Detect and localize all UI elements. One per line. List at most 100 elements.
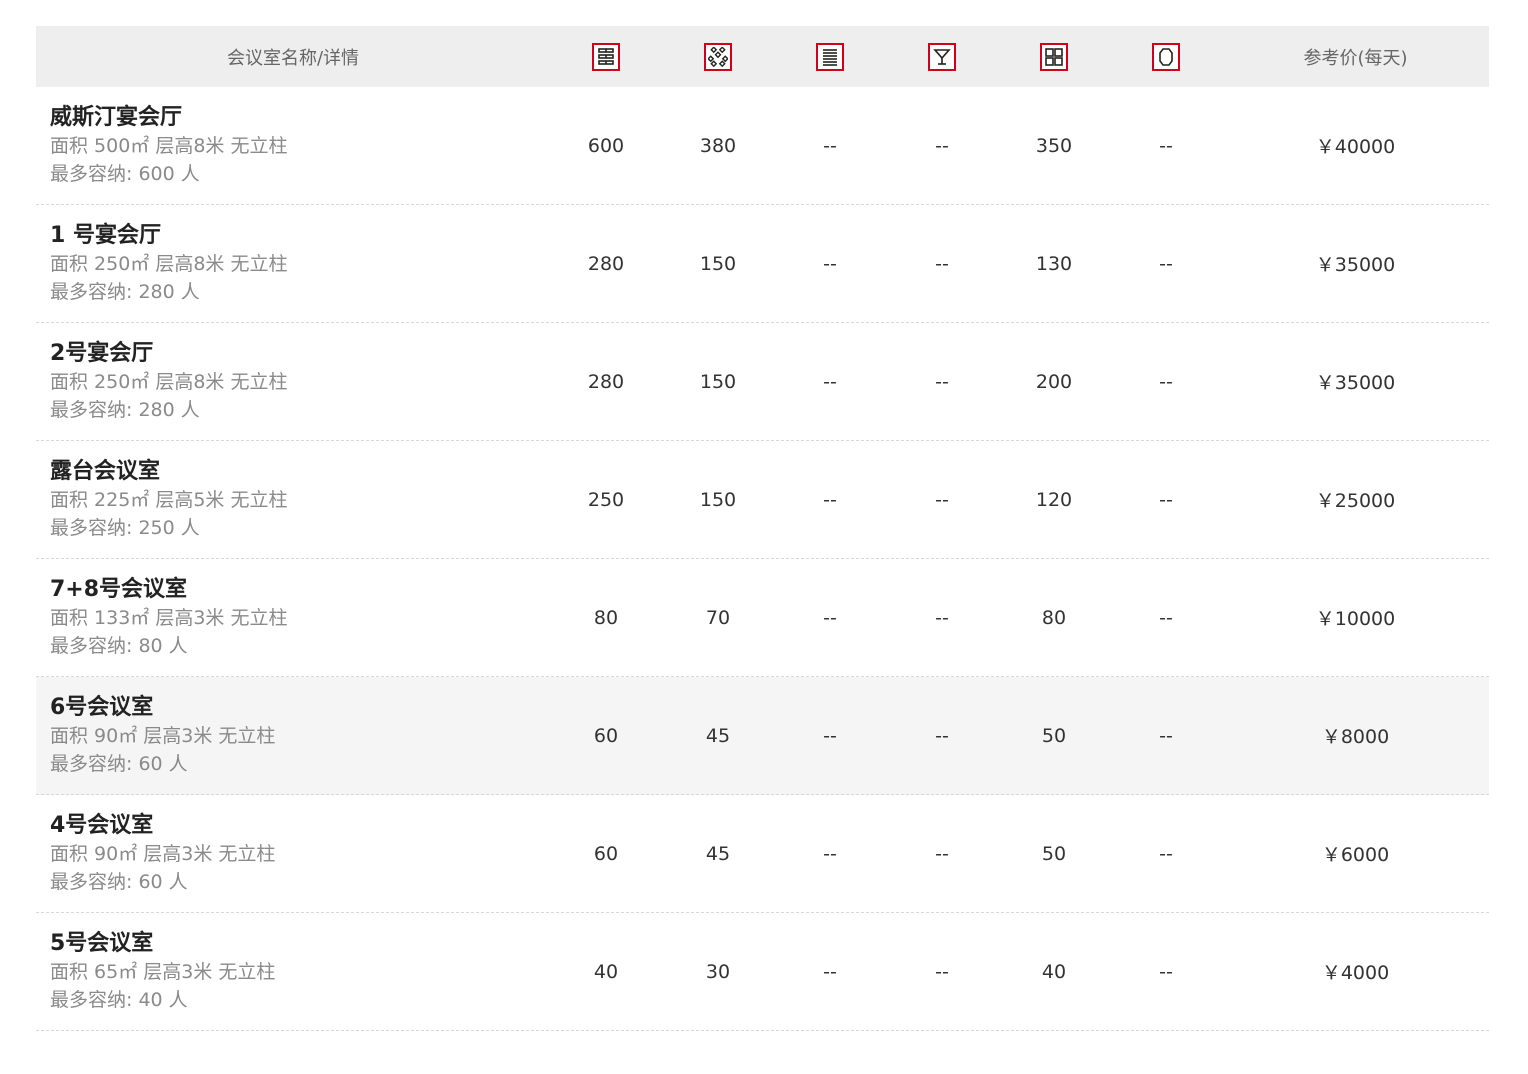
classroom-layout-icon (816, 42, 844, 71)
cocktail-capacity-cell: -- (935, 724, 949, 747)
hollow-square-capacity-cell: -- (1159, 724, 1173, 747)
banquet-capacity-cell: 45 (705, 724, 731, 747)
banquet-capacity-cell: 30 (705, 960, 731, 983)
room-info-cell: 1 号宴会厅 面积 250㎡ 层高8米 无立柱 最多容纳: 280 人 (36, 222, 550, 306)
room-info-cell: 威斯汀宴会厅 面积 500㎡ 层高8米 无立柱 最多容纳: 600 人 (36, 104, 550, 188)
table-row[interactable]: 5号会议室 面积 65㎡ 层高3米 无立柱 最多容纳: 40 人 40 30 -- -- 40… (36, 913, 1489, 1031)
table-row[interactable]: 露台会议室 面积 225㎡ 层高5米 无立柱 最多容纳: 250 人 250 150 --… (36, 441, 1489, 559)
classroom-capacity-cell: -- (823, 134, 837, 157)
ushape-capacity-cell: 200 (1035, 370, 1073, 393)
room-spec: 面积 250㎡ 层高8米 无立柱 (50, 252, 288, 275)
header-theater-col (550, 42, 662, 71)
theater-capacity-cell: 40 (593, 960, 619, 983)
hollow-square-capacity-cell: -- (1159, 488, 1173, 511)
cocktail-capacity-cell: -- (935, 842, 949, 865)
cocktail-layout-icon (928, 42, 956, 71)
room-info-cell: 7+8号会议室 面积 133㎡ 层高3米 无立柱 最多容纳: 80 人 (36, 576, 550, 660)
cocktail-capacity-cell: -- (935, 606, 949, 629)
room-name[interactable]: 6号会议室 (50, 694, 550, 722)
ushape-capacity-cell: 120 (1035, 488, 1073, 511)
table-row[interactable]: 2号宴会厅 面积 250㎡ 层高8米 无立柱 最多容纳: 280 人 280 150 --… (36, 323, 1489, 441)
ushape-capacity-cell: 130 (1035, 252, 1073, 275)
price-cell: ￥35000 (1315, 372, 1396, 394)
room-capacity: 最多容纳: 280 人 (50, 398, 200, 421)
cocktail-capacity-cell: -- (935, 960, 949, 983)
ushape-capacity-cell: 350 (1035, 134, 1073, 157)
room-capacity: 最多容纳: 80 人 (50, 634, 188, 657)
room-capacity: 最多容纳: 40 人 (50, 988, 188, 1011)
classroom-capacity-cell: -- (823, 488, 837, 511)
classroom-capacity-cell: -- (823, 960, 837, 983)
banquet-capacity-cell: 150 (699, 370, 737, 393)
banquet-capacity-cell: 150 (699, 252, 737, 275)
ushape-capacity-cell: 80 (1041, 606, 1067, 629)
price-cell: ￥4000 (1321, 962, 1390, 984)
table-body: 威斯汀宴会厅 面积 500㎡ 层高8米 无立柱 最多容纳: 600 人 600 380 -… (36, 87, 1489, 1031)
theater-capacity-cell: 600 (587, 134, 625, 157)
theater-capacity-cell: 280 (587, 370, 625, 393)
price-cell: ￥25000 (1315, 490, 1396, 512)
room-spec: 面积 90㎡ 层高3米 无立柱 (50, 842, 276, 865)
theater-capacity-cell: 80 (593, 606, 619, 629)
banquet-capacity-cell: 45 (705, 842, 731, 865)
room-name[interactable]: 4号会议室 (50, 812, 550, 840)
table-row[interactable]: 威斯汀宴会厅 面积 500㎡ 层高8米 无立柱 最多容纳: 600 人 600 380 -… (36, 87, 1489, 205)
room-info-cell: 露台会议室 面积 225㎡ 层高5米 无立柱 最多容纳: 250 人 (36, 458, 550, 542)
room-capacity: 最多容纳: 60 人 (50, 870, 188, 893)
ushape-capacity-cell: 50 (1041, 724, 1067, 747)
room-spec: 面积 225㎡ 层高5米 无立柱 (50, 488, 288, 511)
theater-capacity-cell: 280 (587, 252, 625, 275)
classroom-capacity-cell: -- (823, 370, 837, 393)
room-spec: 面积 65㎡ 层高3米 无立柱 (50, 960, 276, 983)
room-spec: 面积 133㎡ 层高3米 无立柱 (50, 606, 288, 629)
room-name[interactable]: 5号会议室 (50, 930, 550, 958)
table-row[interactable]: 6号会议室 面积 90㎡ 层高3米 无立柱 最多容纳: 60 人 60 45 -- -- 50… (36, 677, 1489, 795)
price-cell: ￥8000 (1321, 726, 1390, 748)
header-hollow-square-col (1110, 42, 1222, 71)
room-name[interactable]: 2号宴会厅 (50, 340, 550, 368)
banquet-capacity-cell: 380 (699, 134, 737, 157)
classroom-capacity-cell: -- (823, 606, 837, 629)
room-spec: 面积 90㎡ 层高3米 无立柱 (50, 724, 276, 747)
header-banquet-col (662, 42, 774, 71)
header-price-col: 参考价(每天) (1303, 47, 1408, 69)
hollow-square-capacity-cell: -- (1159, 606, 1173, 629)
banquet-capacity-cell: 150 (699, 488, 737, 511)
room-spec: 面积 500㎡ 层高8米 无立柱 (50, 134, 288, 157)
price-cell: ￥10000 (1315, 608, 1396, 630)
ushape-capacity-cell: 40 (1041, 960, 1067, 983)
classroom-capacity-cell: -- (823, 252, 837, 275)
cocktail-capacity-cell: -- (935, 370, 949, 393)
ushape-capacity-cell: 50 (1041, 842, 1067, 865)
room-name[interactable]: 1 号宴会厅 (50, 222, 550, 250)
hollow-square-capacity-cell: -- (1159, 960, 1173, 983)
header-ushape-col (998, 42, 1110, 71)
price-cell: ￥6000 (1321, 844, 1390, 866)
theater-layout-icon (592, 42, 620, 71)
room-info-cell: 4号会议室 面积 90㎡ 层高3米 无立柱 最多容纳: 60 人 (36, 812, 550, 896)
table-row[interactable]: 1 号宴会厅 面积 250㎡ 层高8米 无立柱 最多容纳: 280 人 280 150 -… (36, 205, 1489, 323)
hollow-square-capacity-cell: -- (1159, 134, 1173, 157)
hollow-square-capacity-cell: -- (1159, 842, 1173, 865)
table-row[interactable]: 4号会议室 面积 90㎡ 层高3米 无立柱 最多容纳: 60 人 60 45 -- -- 50… (36, 795, 1489, 913)
banquet-layout-icon (704, 42, 732, 71)
room-info-cell: 6号会议室 面积 90㎡ 层高3米 无立柱 最多容纳: 60 人 (36, 694, 550, 778)
classroom-capacity-cell: -- (823, 724, 837, 747)
cocktail-capacity-cell: -- (935, 134, 949, 157)
hollow-square-capacity-cell: -- (1159, 252, 1173, 275)
room-info-cell: 5号会议室 面积 65㎡ 层高3米 无立柱 最多容纳: 40 人 (36, 930, 550, 1014)
room-name[interactable]: 威斯汀宴会厅 (50, 104, 550, 132)
room-capacity: 最多容纳: 250 人 (50, 516, 200, 539)
classroom-capacity-cell: -- (823, 842, 837, 865)
theater-capacity-cell: 60 (593, 842, 619, 865)
room-spec: 面积 250㎡ 层高8米 无立柱 (50, 370, 288, 393)
meeting-room-table: 会议室名称/详情 参考价(每天) 威斯汀宴会厅 面积 500㎡ 层高8米 无立柱… (36, 26, 1489, 1031)
room-name[interactable]: 7+8号会议室 (50, 576, 550, 604)
room-name[interactable]: 露台会议室 (50, 458, 550, 486)
cocktail-capacity-cell: -- (935, 252, 949, 275)
price-cell: ￥40000 (1315, 136, 1396, 158)
header-name-col: 会议室名称/详情 (226, 47, 360, 69)
table-row[interactable]: 7+8号会议室 面积 133㎡ 层高3米 无立柱 最多容纳: 80 人 80 70 -- -… (36, 559, 1489, 677)
banquet-capacity-cell: 70 (705, 606, 731, 629)
header-cocktail-col (886, 42, 998, 71)
